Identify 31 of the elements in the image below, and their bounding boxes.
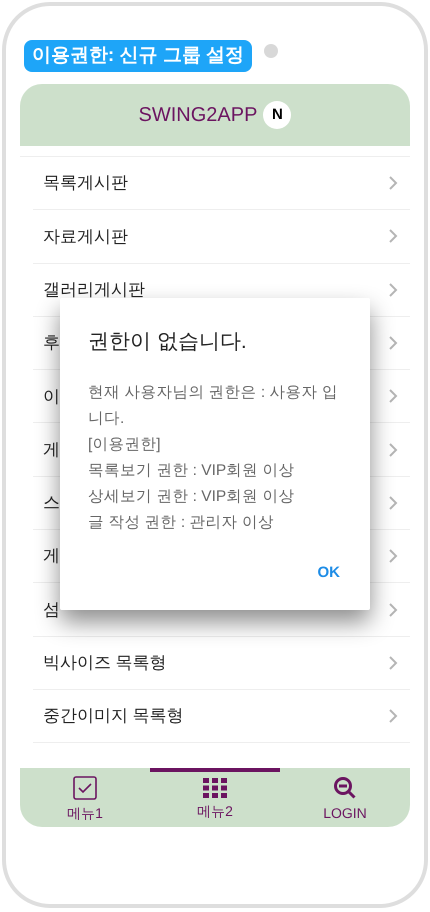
menu-item[interactable]: 중간이미지 목록형 [33, 690, 410, 744]
dialog-message: 현재 사용자님의 권한은 : 사용자 입니다. [88, 382, 339, 428]
chevron-icon [388, 335, 398, 352]
menu-item[interactable]: 목록게시판 [33, 157, 410, 210]
chevron-icon [388, 548, 398, 564]
dialog-message: 글 작성 권한 : 관리자 이상 [88, 512, 275, 532]
grid-icon [203, 778, 227, 798]
nav-tab[interactable]: LOGIN [280, 768, 410, 827]
dialog-message: 상세보기 권한 : VIP회원 이상 [88, 486, 296, 506]
chevron-icon [388, 228, 398, 244]
menu-item[interactable]: 자료게시판 [33, 210, 410, 264]
chevron-icon [388, 282, 398, 298]
notice-badge[interactable]: N [263, 101, 292, 129]
title-badge: 이용권한: 신규 그룹 설정 [24, 40, 252, 72]
chevron-icon [388, 175, 398, 192]
nav-tab[interactable]: 메뉴2 [150, 768, 280, 827]
nav-tab[interactable]: 메뉴1 [20, 768, 150, 827]
zoom-out-icon [333, 776, 357, 800]
checkbox-icon [73, 776, 97, 800]
dialog-title: 권한이 없습니다. [88, 329, 248, 355]
chevron-icon [388, 654, 398, 671]
dialog-message: [이용권한] [88, 434, 162, 454]
chevron-icon [388, 602, 398, 618]
menu-item[interactable]: 빅사이즈 목록형 [33, 636, 410, 690]
chevron-icon [388, 494, 398, 511]
dialog-message: 목록보기 권한 : VIP회원 이상 [88, 460, 296, 480]
chevron-icon [388, 708, 398, 724]
chevron-icon [388, 388, 398, 404]
ok-button[interactable]: OK [316, 562, 342, 584]
chevron-icon [388, 442, 398, 458]
app-title: SWING2APP [138, 103, 258, 128]
